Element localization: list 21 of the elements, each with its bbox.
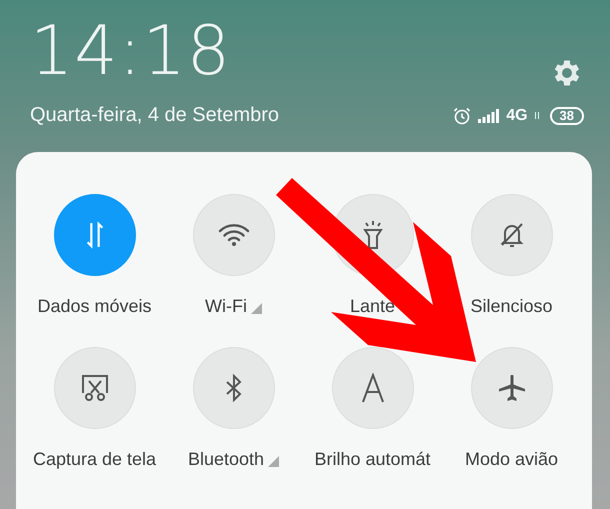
flashlight-icon	[360, 220, 384, 250]
wifi-icon	[218, 223, 250, 247]
toggle-label: Silencioso	[470, 296, 553, 317]
date-text: Quarta-feira, 4 de Setembro	[30, 104, 280, 127]
bluetooth-icon	[224, 373, 244, 403]
letter-a-icon	[360, 373, 386, 403]
alarm-icon	[452, 106, 472, 126]
toggle-label: Wi-Fi	[205, 296, 247, 317]
toggle-label: Dados móveis	[37, 296, 152, 317]
muted-bell-icon	[498, 221, 524, 249]
clock-time: 14:18	[30, 14, 231, 90]
network-type: 4G	[506, 106, 528, 124]
airplane-icon	[496, 373, 526, 403]
screenshot-scissors-icon	[80, 373, 110, 403]
toggle-label: Bluetooth	[188, 449, 264, 470]
battery-level: 38	[550, 106, 584, 124]
signal-icon	[478, 108, 500, 122]
toggle-label: Lante	[350, 296, 396, 317]
toggle-label: Captura de tela	[32, 449, 156, 470]
toggle-label: Brilho automát	[314, 449, 431, 470]
toggle-label: Modo avião	[464, 449, 558, 470]
